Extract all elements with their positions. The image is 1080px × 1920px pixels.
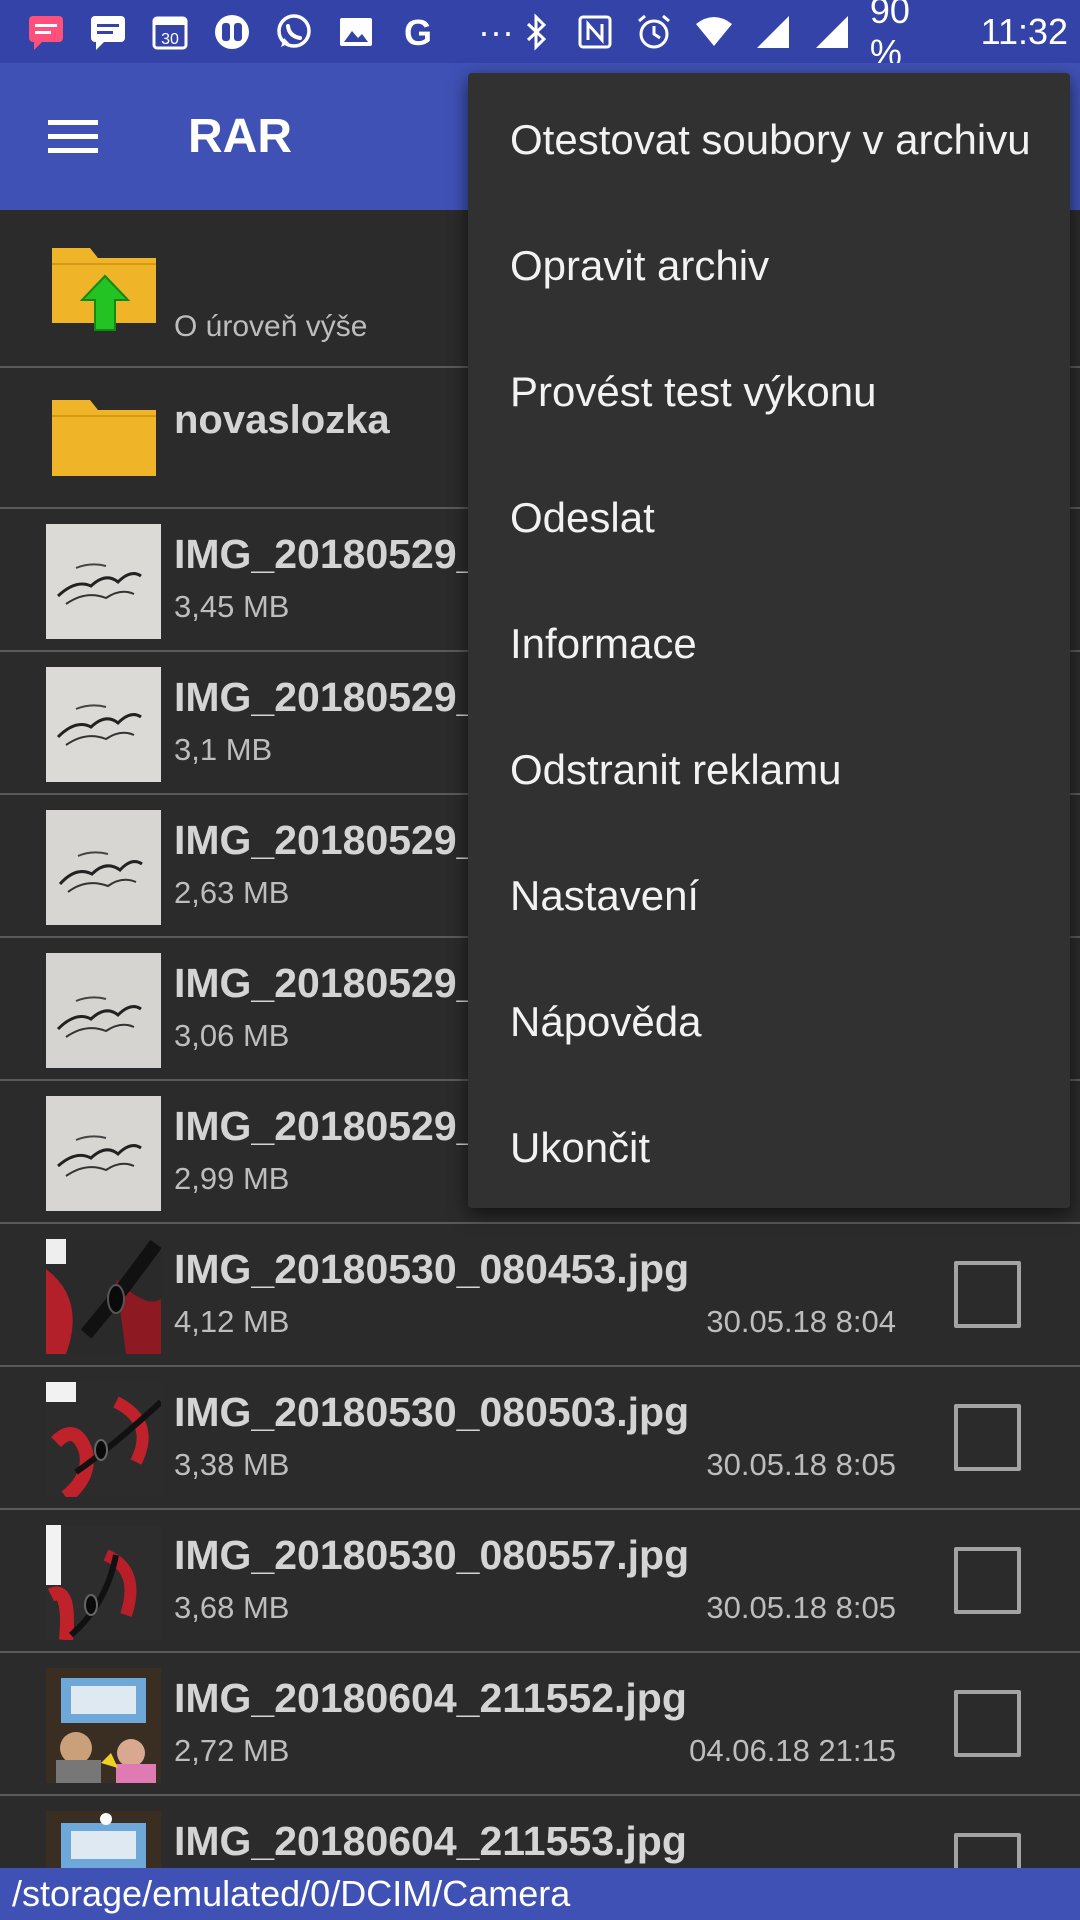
google-letter: G	[404, 12, 432, 52]
file-thumbnail	[46, 953, 161, 1068]
file-size: 4,12 MB	[174, 1304, 290, 1339]
calendar-icon: 30	[148, 10, 192, 54]
list-item[interactable]: IMG_20180530_080453.jpg 4,12 MB 30.05.18…	[0, 1224, 1080, 1367]
file-size: 3,38 MB	[174, 1447, 290, 1482]
menu-item-info[interactable]: Informace	[468, 581, 1070, 707]
whatsapp-icon	[272, 10, 316, 54]
file-date: 30.05.18 8:05	[706, 1590, 896, 1625]
file-thumbnail	[46, 1239, 161, 1354]
file-thumbnail	[46, 810, 161, 925]
menu-item-repair-archive[interactable]: Opravit archiv	[468, 203, 1070, 329]
list-item[interactable]: IMG_20180530_080503.jpg 3,38 MB 30.05.18…	[0, 1367, 1080, 1510]
more-icon: ···	[478, 10, 514, 52]
message-icon	[24, 10, 68, 54]
file-name: IMG_20180529_	[174, 817, 480, 863]
status-bar: 30 G ··· 90 % 11:32	[0, 0, 1080, 73]
file-thumbnail	[46, 667, 161, 782]
chat-icon	[86, 10, 130, 54]
current-path: /storage/emulated/0/DCIM/Camera	[0, 1868, 1080, 1920]
file-name: IMG_20180529_	[174, 1103, 480, 1149]
file-size: 3,1 MB	[174, 732, 273, 767]
folder-up-icon	[50, 238, 165, 348]
list-item[interactable]: IMG_20180604_211552.jpg 2,72 MB 04.06.18…	[0, 1653, 1080, 1796]
menu-item-help[interactable]: Nápověda	[468, 959, 1070, 1085]
app-title: RAR	[188, 110, 292, 163]
file-thumbnail	[46, 1382, 161, 1497]
file-thumbnail	[46, 1525, 161, 1640]
file-size: 3,45 MB	[174, 589, 290, 624]
alarm-icon	[633, 10, 676, 54]
file-checkbox[interactable]	[954, 1404, 1021, 1471]
file-name: IMG_20180604_211552.jpg	[174, 1675, 687, 1721]
menu-item-test-archive[interactable]: Otestovat soubory v archivu	[468, 77, 1070, 203]
overflow-menu: Otestovat soubory v archivu Opravit arch…	[468, 73, 1070, 1208]
file-size: 3,06 MB	[174, 1018, 290, 1053]
menu-item-exit[interactable]: Ukončit	[468, 1085, 1070, 1211]
folder-name: novaslozka	[174, 398, 390, 442]
file-name: IMG_20180529_	[174, 674, 480, 720]
file-thumbnail	[46, 524, 161, 639]
file-date: 30.05.18 8:05	[706, 1447, 896, 1482]
file-name: IMG_20180529_	[174, 531, 480, 577]
file-checkbox[interactable]	[954, 1261, 1021, 1328]
clock: 11:32	[980, 10, 1069, 52]
file-name: IMG_20180530_080557.jpg	[174, 1532, 690, 1578]
file-size: 2,63 MB	[174, 875, 290, 910]
parent-folder-label: O úroveň výše	[174, 310, 368, 343]
list-item[interactable]: IMG_20180530_080557.jpg 3,68 MB 30.05.18…	[0, 1510, 1080, 1653]
file-name: IMG_20180530_080503.jpg	[174, 1389, 690, 1435]
google-icon: G	[396, 10, 440, 54]
menu-item-send[interactable]: Odeslat	[468, 455, 1070, 581]
file-checkbox[interactable]	[954, 1547, 1021, 1614]
wifi-icon	[692, 10, 735, 54]
signal-icon	[751, 10, 794, 54]
menu-item-benchmark[interactable]: Provést test výkonu	[468, 329, 1070, 455]
file-date: 30.05.18 8:04	[706, 1304, 896, 1339]
file-name: IMG_20180530_080453.jpg	[174, 1246, 690, 1292]
file-thumbnail	[46, 1096, 161, 1211]
file-name: IMG_20180604_211553.jpg	[174, 1818, 687, 1864]
folder-icon	[50, 392, 165, 507]
screen: 30 G ··· 90 % 11:32 RAR O úroveň výše no…	[0, 0, 1080, 1920]
file-size: 3,68 MB	[174, 1590, 290, 1625]
bluetooth-icon	[514, 10, 557, 54]
file-size: 2,99 MB	[174, 1161, 290, 1196]
file-size: 2,72 MB	[174, 1733, 290, 1768]
binoculars-icon	[210, 10, 254, 54]
nfc-icon	[573, 10, 616, 54]
hamburger-menu-icon[interactable]	[0, 64, 146, 210]
menu-item-remove-ads[interactable]: Odstranit reklamu	[468, 707, 1070, 833]
image-icon	[334, 10, 378, 54]
menu-item-settings[interactable]: Nastavení	[468, 833, 1070, 959]
file-date: 04.06.18 21:15	[689, 1733, 896, 1768]
file-checkbox[interactable]	[954, 1690, 1021, 1757]
file-name: IMG_20180529_	[174, 960, 480, 1006]
calendar-day-text: 30	[161, 31, 179, 48]
signal-2-icon	[811, 10, 854, 54]
file-thumbnail	[46, 1668, 161, 1783]
